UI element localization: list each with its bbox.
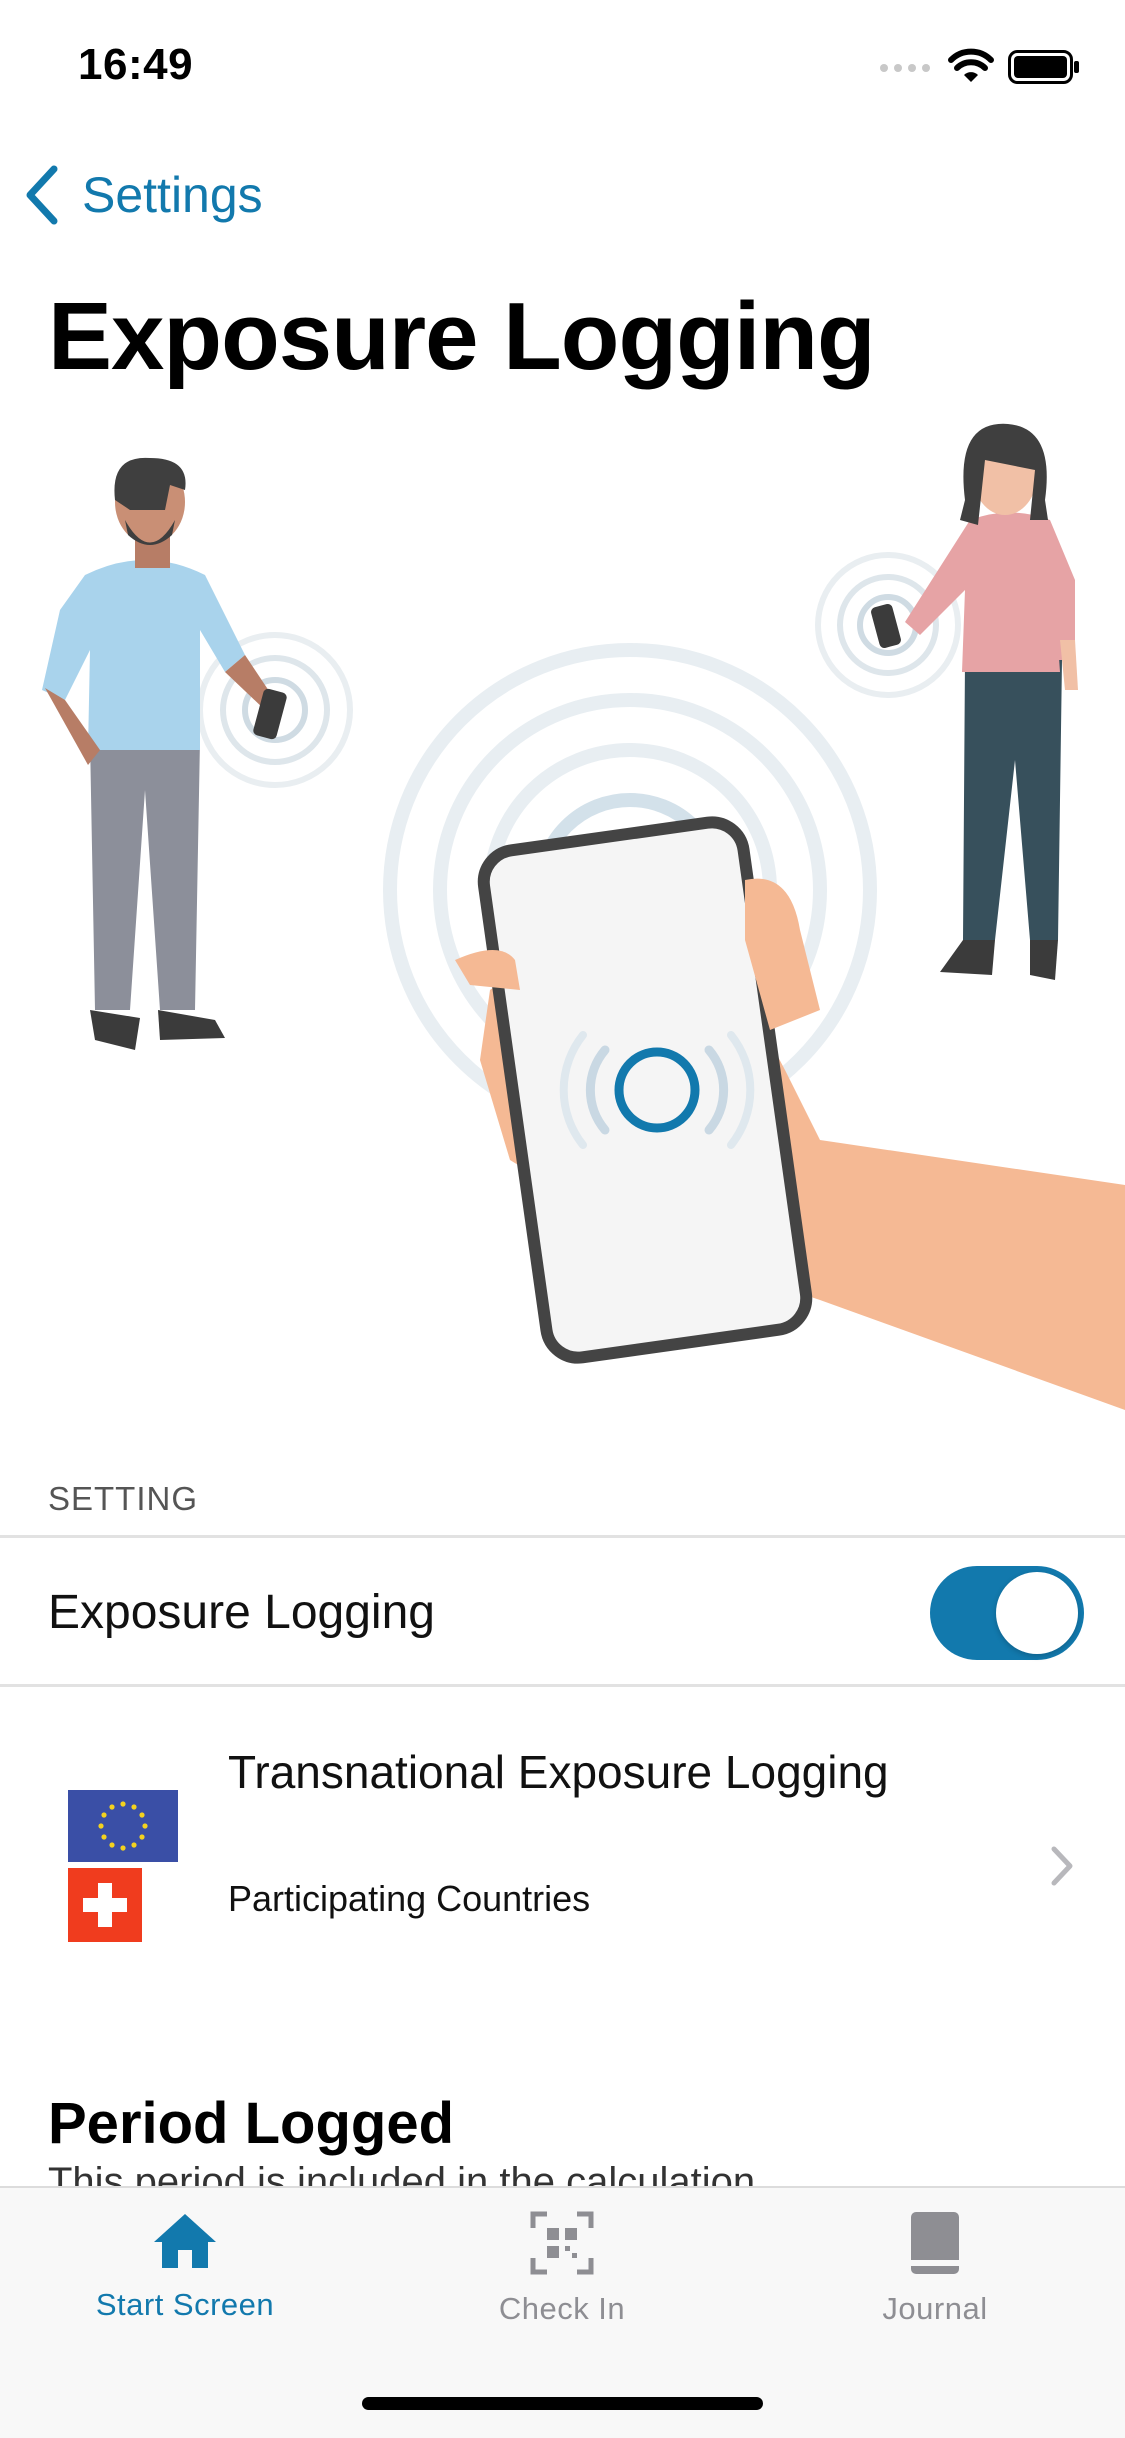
participating-countries-label: Participating Countries: [228, 1878, 591, 1919]
eu-flag-icon: [68, 1790, 178, 1862]
tab-label-journal: Journal: [882, 2291, 988, 2326]
back-button[interactable]: Settings: [22, 165, 263, 225]
back-label: Settings: [82, 167, 263, 223]
tab-journal[interactable]: Journal: [785, 2210, 1085, 2327]
tab-label-start-screen: Start Screen: [95, 2287, 275, 2322]
home-indicator[interactable]: [362, 2397, 763, 2410]
exposure-logging-label: Exposure Logging: [48, 1586, 435, 1639]
toggle-knob: [996, 1572, 1078, 1654]
section-header-setting: SETTING: [48, 1480, 199, 1517]
book-icon: [911, 2212, 959, 2274]
tab-check-in[interactable]: Check In: [412, 2210, 712, 2327]
exposure-logging-toggle[interactable]: [930, 1566, 1084, 1660]
chevron-left-icon: [26, 165, 58, 225]
tab-label-check-in: Check In: [498, 2291, 626, 2326]
home-icon: [154, 2214, 216, 2268]
cellular-signal-icon: [880, 64, 936, 76]
status-time: 16:49: [78, 40, 194, 89]
qr-code-icon: [530, 2211, 594, 2275]
period-logged-title: Period Logged: [48, 2091, 454, 2156]
battery-icon: [1008, 50, 1079, 84]
wifi-icon: [948, 48, 994, 82]
woman-figure: [815, 423, 1078, 980]
hero-illustration: [42, 423, 1125, 1410]
hand-with-phone: [455, 816, 1125, 1410]
man-figure: [42, 457, 353, 1050]
page-title: Exposure Logging: [48, 283, 876, 390]
swiss-flag-icon: [68, 1868, 142, 1942]
chevron-right-icon: [1051, 1846, 1073, 1886]
tab-start-screen[interactable]: Start Screen: [35, 2210, 335, 2323]
transnational-title: Transnational Exposure Logging: [228, 1746, 889, 1798]
divider-top: [0, 1535, 1125, 1538]
